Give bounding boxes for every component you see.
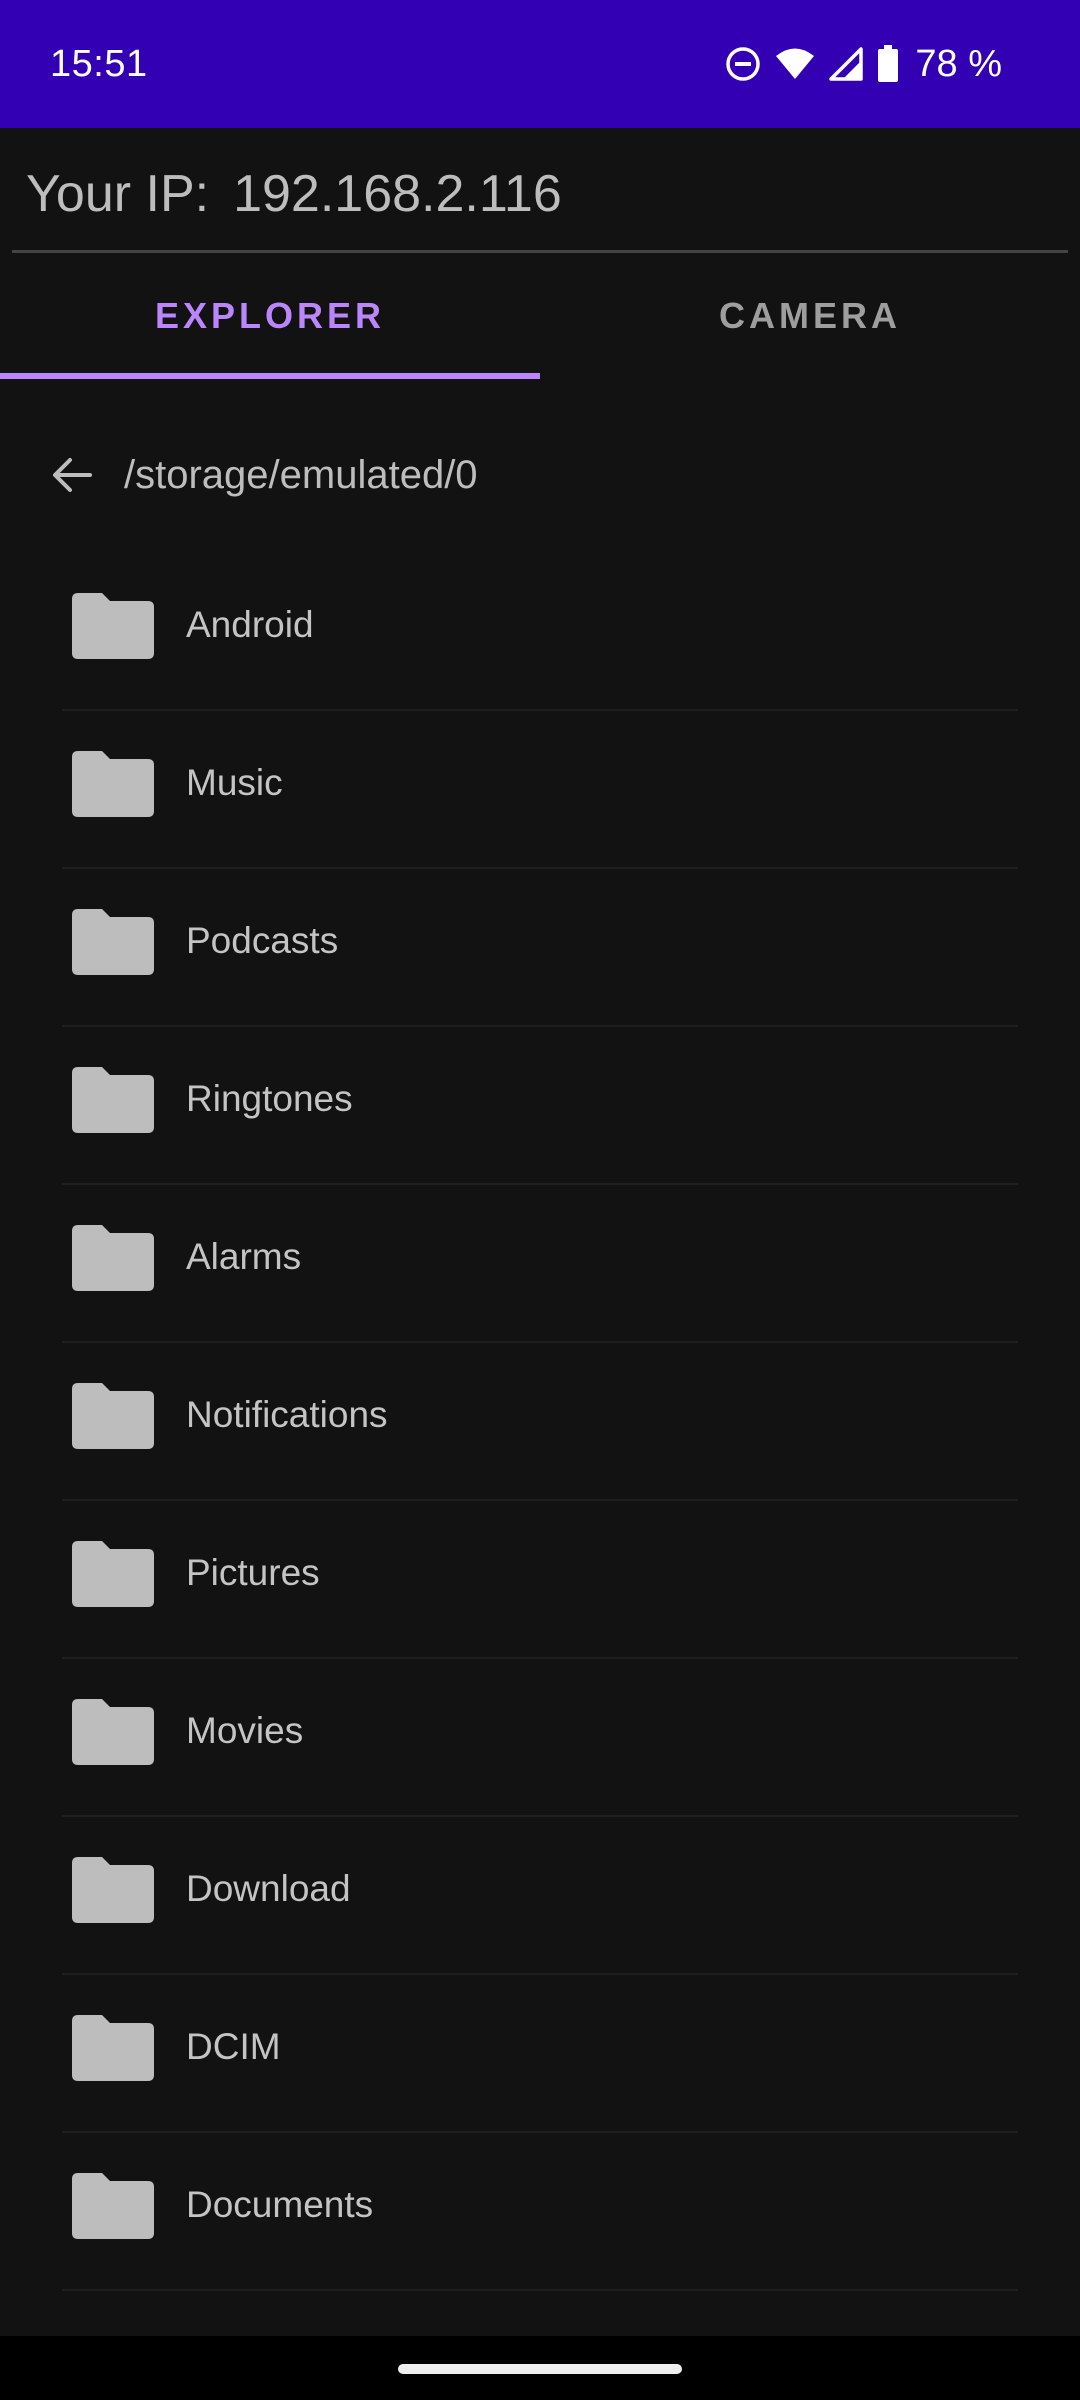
- battery-percentage: 78 %: [915, 43, 1002, 85]
- folder-item-pictures[interactable]: Pictures: [0, 1501, 1080, 1659]
- app-root: 15:51 78 % Your IP: 192.168.2.116 EXPLOR…: [0, 0, 1080, 2400]
- folder-name: Notifications: [186, 1394, 388, 1435]
- back-button[interactable]: [40, 443, 104, 507]
- folder-icon: [72, 1067, 154, 1133]
- tab-camera[interactable]: CAMERA: [540, 253, 1080, 379]
- status-icons: 78 %: [725, 36, 1002, 92]
- ip-header: Your IP: 192.168.2.116: [26, 158, 562, 230]
- signal-icon: [829, 47, 864, 81]
- folder-icon: [72, 1225, 154, 1291]
- folder-icon: [72, 2173, 154, 2239]
- status-time: 15:51: [50, 43, 148, 85]
- folder-name: Alarms: [186, 1236, 302, 1277]
- folder-name: Music: [186, 762, 283, 803]
- tab-explorer[interactable]: EXPLORER: [0, 253, 540, 379]
- folder-item-alarms[interactable]: Alarms: [0, 1185, 1080, 1343]
- folder-icon: [72, 751, 154, 817]
- folder-name: Documents: [186, 2184, 374, 2225]
- folder-item-documents[interactable]: Documents: [0, 2133, 1080, 2291]
- battery-icon: [877, 45, 899, 83]
- navigation-bar: [0, 2336, 1080, 2400]
- tab-explorer-label: EXPLORER: [154, 295, 386, 336]
- folder-item-movies[interactable]: Movies: [0, 1659, 1080, 1817]
- folder-name: Download: [186, 1868, 351, 1909]
- folder-icon: [72, 1541, 154, 1607]
- row-divider: [62, 2289, 1018, 2291]
- tab-camera-label: CAMERA: [719, 295, 901, 336]
- status-bar: 15:51 78 %: [0, 0, 1080, 128]
- home-gesture-handle[interactable]: [398, 2364, 682, 2374]
- folder-name: Podcasts: [186, 920, 339, 961]
- folder-name: Pictures: [186, 1552, 320, 1593]
- arrow-back-icon: [53, 458, 92, 492]
- folder-item-music[interactable]: Music: [0, 711, 1080, 869]
- path-bar: /storage/emulated/0: [40, 435, 478, 515]
- folder-icon: [72, 1383, 154, 1449]
- folder-item-podcasts[interactable]: Podcasts: [0, 869, 1080, 1027]
- folder-item-ringtones[interactable]: Ringtones: [0, 1027, 1080, 1185]
- folder-item-download[interactable]: Download: [0, 1817, 1080, 1975]
- folder-icon: [72, 909, 154, 975]
- folder-item-android[interactable]: Android: [0, 553, 1080, 711]
- do-not-disturb-icon: [725, 46, 761, 82]
- wifi-icon: [775, 47, 815, 81]
- folder-name: Android: [186, 604, 314, 645]
- current-path: /storage/emulated/0: [124, 452, 478, 497]
- folder-icon: [72, 593, 154, 659]
- tab-bar: EXPLORER CAMERA: [0, 253, 1080, 379]
- folder-name: Movies: [186, 1710, 304, 1751]
- tab-selected-indicator: [0, 373, 540, 379]
- folder-list: Android Music Podcasts Ringtones Alarms …: [0, 553, 1080, 2291]
- folder-icon: [72, 1699, 154, 1765]
- folder-item-notifications[interactable]: Notifications: [0, 1343, 1080, 1501]
- ip-label: Your IP:: [26, 165, 210, 223]
- ip-value: 192.168.2.116: [233, 165, 562, 223]
- folder-name: Ringtones: [186, 1078, 353, 1119]
- folder-item-dcim[interactable]: DCIM: [0, 1975, 1080, 2133]
- folder-icon: [72, 2015, 154, 2081]
- folder-icon: [72, 1857, 154, 1923]
- folder-name: DCIM: [186, 2026, 281, 2067]
